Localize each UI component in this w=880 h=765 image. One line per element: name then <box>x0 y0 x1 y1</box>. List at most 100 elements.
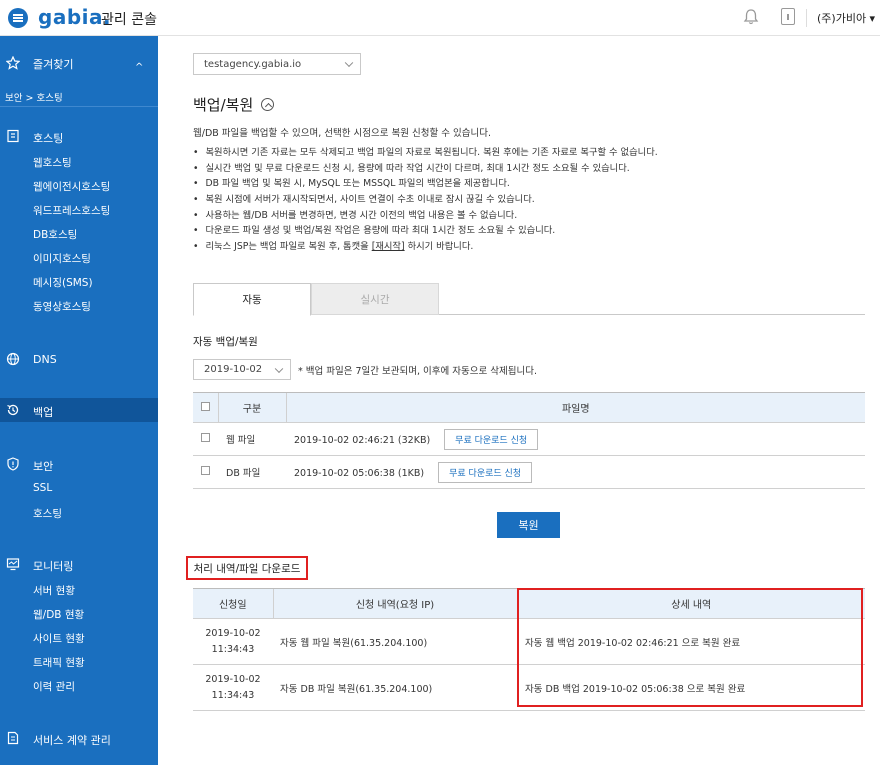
sidebar-security-title[interactable]: 보안 <box>33 458 53 474</box>
sidebar-item-wordpress-hosting[interactable]: 워드프레스호스팅 <box>33 203 110 218</box>
sidebar-item-agency-hosting[interactable]: 웹에이전시호스팅 <box>33 179 110 194</box>
request-time: 11:34:43 <box>211 643 255 655</box>
notice-item-jsp: 리눅스 JSP는 백업 파일로 복원 후, 톰캣을 [재시작] 하시기 바랍니다… <box>193 239 658 255</box>
bell-icon[interactable] <box>743 8 759 26</box>
request-cell: 자동 DB 파일 복원(61.35.204.100) <box>273 664 517 711</box>
info-document-icon[interactable] <box>781 8 795 25</box>
notice-item: 복원하시면 기존 자료는 모두 삭제되고 백업 파일의 자료로 복원됩니다. 복… <box>193 145 657 161</box>
file-name-cell: 2019-10-02 05:06:38 (1KB) 무료 다운로드 신청 <box>286 455 865 489</box>
sidebar-active-highlight <box>0 398 158 422</box>
chevron-down-icon <box>344 58 354 68</box>
notice-item: 다운로드 파일 생성 및 백업/복원 작업은 용량에 따라 최대 1시간 정도 … <box>193 223 658 239</box>
retention-note: * 백업 파일은 7일간 보관되며, 이후에 자동으로 삭제됩니다. <box>298 366 537 377</box>
monitor-icon <box>6 558 20 571</box>
table-row: 2019-10-02 11:34:43 자동 웹 파일 복원(61.35.204.… <box>193 618 865 665</box>
topbar-divider <box>806 9 807 27</box>
restart-link[interactable]: [재시작] <box>372 241 405 252</box>
date-select[interactable]: 2019-10-02 <box>193 359 291 380</box>
table-row: 2019-10-02 11:34:43 자동 DB 파일 복원(61.35.204… <box>193 664 865 711</box>
star-icon <box>6 56 20 70</box>
select-all-checkbox[interactable] <box>200 401 210 411</box>
contract-icon <box>7 731 19 745</box>
table-row: DB 파일 2019-10-02 05:06:38 (1KB) 무료 다운로드 신… <box>193 455 865 489</box>
column-header-file: 파일명 <box>285 392 865 423</box>
hosting-icon <box>7 129 19 143</box>
sidebar-favorites[interactable]: 즐겨찾기 <box>33 56 73 72</box>
select-all-cell <box>193 392 218 423</box>
file-name: 2019-10-02 05:06:38 (1KB) <box>294 467 425 479</box>
notice-text: 리눅스 JSP는 백업 파일로 복원 후, 톰캣을 <box>205 241 372 253</box>
site-select-value: testagency.gabia.io <box>204 58 302 70</box>
sidebar-monitoring-title[interactable]: 모니터링 <box>33 558 73 574</box>
sidebar-item-db-hosting[interactable]: DB호스팅 <box>33 227 77 242</box>
notice-list: 복원하시면 기존 자료는 모두 삭제되고 백업 파일의 자료로 복원됩니다. 복… <box>193 145 658 255</box>
request-date: 2019-10-02 <box>205 627 261 639</box>
row-checkbox[interactable] <box>201 466 210 475</box>
request-date-cell: 2019-10-02 11:34:43 <box>193 664 273 711</box>
file-type-cell: DB 파일 <box>218 455 286 489</box>
notice-text: 하시기 바랍니다. <box>404 241 474 253</box>
globe-icon <box>6 352 20 366</box>
request-date-cell: 2019-10-02 11:34:43 <box>193 618 273 665</box>
backup-history-icon <box>7 404 19 416</box>
table-header-row: 구분 파일명 <box>193 392 865 423</box>
site-select[interactable]: testagency.gabia.io <box>193 53 361 75</box>
column-header-date: 신청일 <box>193 588 273 619</box>
sidebar-item-web-hosting[interactable]: 웹호스팅 <box>33 155 72 170</box>
collapse-toggle-icon[interactable] <box>261 98 274 111</box>
column-header-type: 구분 <box>217 392 286 423</box>
row-checkbox-cell <box>193 455 218 489</box>
sidebar: 즐겨찾기 ^ 보안 > 호스팅 호스팅 웹호스팅 웹에이전시호스팅 워드프레스호… <box>0 36 158 765</box>
chevron-down-icon <box>274 364 284 373</box>
request-time: 11:34:43 <box>211 689 255 701</box>
chevron-up-icon[interactable]: ^ <box>135 62 143 73</box>
restore-button[interactable]: 복원 <box>497 512 560 538</box>
history-section-title: 처리 내역/파일 다운로드 <box>186 556 308 580</box>
row-checkbox[interactable] <box>201 433 210 442</box>
sidebar-item-sms[interactable]: 메시징(SMS) <box>33 275 93 290</box>
detail-cell: 자동 DB 백업 2019-10-02 05:06:38 으로 복원 완료 <box>517 664 865 711</box>
backup-file-table: 구분 파일명 웹 파일 2019-10-02 02:46:21 (32KB) 무료… <box>193 392 865 489</box>
menu-icon[interactable] <box>8 8 28 28</box>
column-header-request: 신청 내역(요청 IP) <box>272 588 517 619</box>
free-download-button[interactable]: 무료 다운로드 신청 <box>438 461 533 483</box>
table-row: 웹 파일 2019-10-02 02:46:21 (32KB) 무료 다운로드 신… <box>193 422 865 456</box>
tab-auto[interactable]: 자동 <box>193 283 311 316</box>
divider <box>0 106 158 107</box>
sidebar-item-video-hosting[interactable]: 동영상호스팅 <box>33 299 91 314</box>
breadcrumb: 보안 > 호스팅 <box>5 93 63 104</box>
notice-item: DB 파일 백업 및 복원 시, MySQL 또는 MSSQL 파일의 백업본을… <box>193 176 658 192</box>
notice-item: 복원 시점에 서버가 재시작되면서, 사이트 연결이 수초 이내로 잠시 끊길 … <box>193 192 658 208</box>
sidebar-item-dns[interactable]: DNS <box>33 353 57 366</box>
sidebar-item-security-hosting[interactable]: 호스팅 <box>33 506 62 521</box>
sidebar-item-site-status[interactable]: 사이트 현황 <box>33 631 85 646</box>
table-header-row: 신청일 신청 내역(요청 IP) 상세 내역 <box>193 588 865 619</box>
sidebar-item-contract[interactable]: 서비스 계약 관리 <box>33 732 111 748</box>
sidebar-item-ssl[interactable]: SSL <box>33 482 52 494</box>
tab-realtime[interactable]: 실시간 <box>311 283 439 315</box>
column-header-detail: 상세 내역 <box>516 588 865 619</box>
detail-cell: 자동 웹 백업 2019-10-02 02:46:21 으로 복원 완료 <box>517 618 865 665</box>
notice-item: 사용하는 웹/DB 서버를 변경하면, 변경 시간 이전의 백업 내용은 볼 수… <box>193 208 658 224</box>
file-name-cell: 2019-10-02 02:46:21 (32KB) 무료 다운로드 신청 <box>286 422 865 456</box>
file-name: 2019-10-02 02:46:21 (32KB) <box>294 434 431 446</box>
sidebar-item-webdb-status[interactable]: 웹/DB 현황 <box>33 607 84 622</box>
console-title: 관리 콘솔 <box>101 12 157 28</box>
backup-mode-tabs: 자동 실시간 <box>193 283 865 316</box>
request-cell: 자동 웹 파일 복원(61.35.204.100) <box>273 618 517 665</box>
sidebar-item-image-hosting[interactable]: 이미지호스팅 <box>33 251 91 266</box>
sidebar-item-history[interactable]: 이력 관리 <box>33 679 75 694</box>
top-bar: gabia. 관리 콘솔 (주)가비아 ▾ <box>0 0 880 36</box>
date-select-value: 2019-10-02 <box>204 364 263 375</box>
notice-item: 실시간 백업 및 무료 다운로드 신청 시, 용량에 따라 작업 시간이 다르며… <box>193 161 658 177</box>
sidebar-hosting-title[interactable]: 호스팅 <box>33 130 63 146</box>
sidebar-item-traffic-status[interactable]: 트래픽 현황 <box>33 655 85 670</box>
page-title: 백업/복원 <box>193 96 254 114</box>
row-checkbox-cell <box>193 422 218 456</box>
user-menu[interactable]: (주)가비아 ▾ <box>817 10 875 26</box>
page-description: 웹/DB 파일을 백업할 수 있으며, 선택한 시점으로 복원 신청할 수 있습… <box>193 128 491 139</box>
sidebar-item-backup[interactable]: 백업 <box>33 404 53 420</box>
free-download-button[interactable]: 무료 다운로드 신청 <box>444 428 539 450</box>
sidebar-item-server-status[interactable]: 서버 현황 <box>33 583 75 598</box>
history-table: 신청일 신청 내역(요청 IP) 상세 내역 2019-10-02 11:34:4… <box>193 588 865 711</box>
